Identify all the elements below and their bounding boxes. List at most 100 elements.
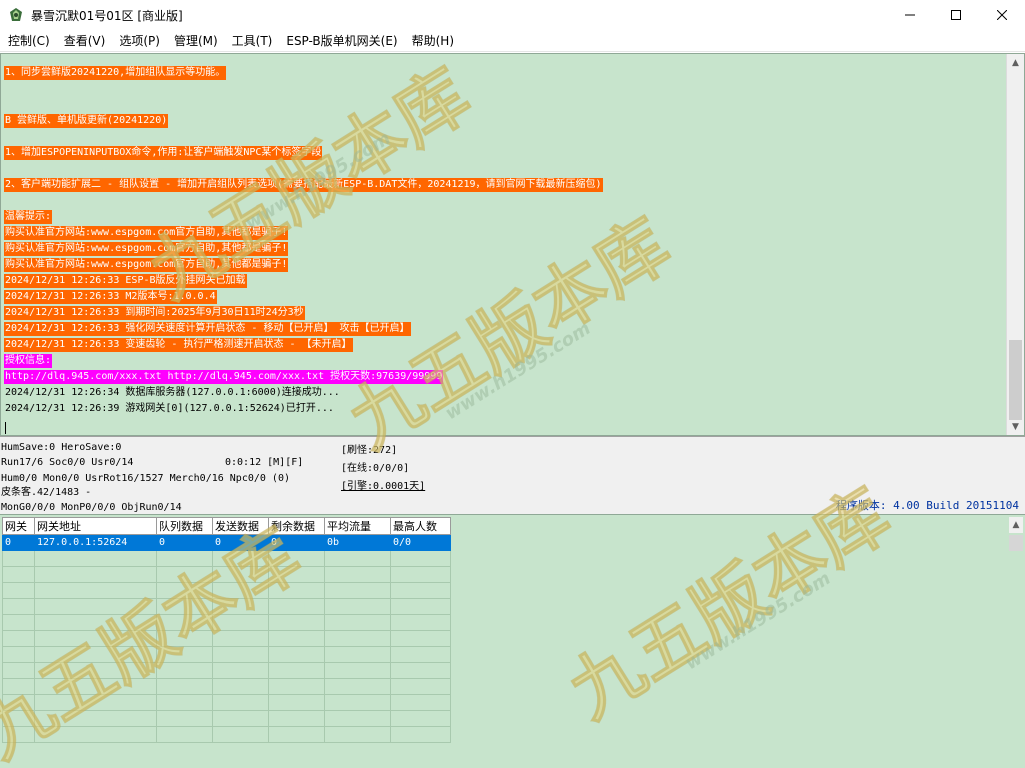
column-header[interactable]: 网关地址: [34, 517, 157, 535]
table-row-empty: [2, 662, 451, 679]
table-cell: [324, 710, 391, 727]
menu-help[interactable]: 帮助(H): [405, 31, 461, 51]
table-row-empty: [2, 614, 451, 631]
log-line: http://dlq.945.com/xxx.txt http://dlq.94…: [4, 370, 444, 384]
table-cell: 0: [156, 534, 213, 551]
table-cell: [390, 598, 451, 615]
menu-manage[interactable]: 管理(M): [167, 31, 225, 51]
column-header[interactable]: 平均流量: [324, 517, 391, 535]
scroll-down-icon[interactable]: ▼: [1007, 418, 1024, 435]
table-cell: [212, 646, 269, 663]
table-row-empty: [2, 566, 451, 583]
table-row[interactable]: 0 127.0.0.1:52624 0 0 0 0b 0/0: [2, 534, 451, 551]
table-cell: [2, 694, 35, 711]
menu-esp-gateway[interactable]: ESP-B版单机网关(E): [279, 31, 404, 51]
gateway-scrollbar[interactable]: ▲: [1007, 515, 1025, 768]
table-cell: [324, 694, 391, 711]
table-cell: [390, 582, 451, 599]
maximize-button[interactable]: [933, 0, 979, 30]
menu-control[interactable]: 控制(C): [1, 31, 57, 51]
table-cell: [324, 582, 391, 599]
table-cell: [212, 582, 269, 599]
log-line: 2024/12/31 12:26:33 强化网关速度计算开启状态 - 移动【已开…: [4, 322, 411, 336]
table-cell: 0: [212, 534, 269, 551]
table-cell: [390, 566, 451, 583]
log-scrollbar[interactable]: ▲ ▼: [1006, 54, 1024, 435]
table-cell: [212, 566, 269, 583]
table-cell: [2, 614, 35, 631]
table-cell: [268, 726, 325, 743]
column-header[interactable]: 队列数据: [156, 517, 213, 535]
table-cell: [212, 550, 269, 567]
table-cell: [34, 614, 157, 631]
table-cell: [34, 678, 157, 695]
log-line: 2024/12/31 12:26:39 游戏网关[0](127.0.0.1:52…: [5, 403, 334, 414]
table-cell: [212, 630, 269, 647]
table-cell: 0: [268, 534, 325, 551]
table-cell: [156, 662, 213, 679]
table-row-empty: [2, 598, 451, 615]
menu-options[interactable]: 选项(P): [112, 31, 167, 51]
scroll-thumb[interactable]: [1009, 535, 1023, 551]
scroll-up-icon[interactable]: ▲: [1007, 54, 1024, 71]
title-bar: 暴雪沉默01号01区 [商业版]: [0, 0, 1025, 30]
table-cell: [268, 598, 325, 615]
table-cell: [34, 726, 157, 743]
minimize-button[interactable]: [887, 0, 933, 30]
status-online: [在线:0/0/0]: [341, 463, 410, 474]
table-cell: [2, 566, 35, 583]
table-row-empty: [2, 678, 451, 695]
table-cell: [390, 662, 451, 679]
log-line: 2024/12/31 12:26:34 数据库服务器(127.0.0.1:600…: [5, 387, 340, 398]
table-cell: [268, 710, 325, 727]
table-cell: [2, 726, 35, 743]
column-header[interactable]: 剩余数据: [268, 517, 325, 535]
log-panel[interactable]: 1、同步尝鲜版20241220,增加组队显示等功能。 B 尝鲜版、单机版更新(2…: [0, 53, 1025, 436]
log-line: 温馨提示:: [4, 210, 53, 224]
scroll-up-icon[interactable]: ▲: [1009, 517, 1023, 533]
table-row-empty: [2, 582, 451, 599]
table-cell: [2, 710, 35, 727]
table-cell: [268, 678, 325, 695]
table-cell: [156, 614, 213, 631]
menu-view[interactable]: 查看(V): [57, 31, 113, 51]
text-caret: [5, 422, 6, 434]
status-run: Run17/6 Soc0/0 Usr0/14: [1, 457, 134, 468]
table-cell: [390, 710, 451, 727]
app-icon: [10, 8, 22, 21]
table-cell: [34, 646, 157, 663]
log-line: 2024/12/31 12:26:33 到期时间:2025年9月30日11时24…: [4, 306, 305, 320]
table-cell: [390, 678, 451, 695]
menu-tools[interactable]: 工具(T): [225, 31, 280, 51]
table-cell: [34, 566, 157, 583]
log-line: B 尝鲜版、单机版更新(20241220): [4, 114, 169, 128]
table-cell: [212, 710, 269, 727]
log-line: 2024/12/31 12:26:33 变速齿轮 - 执行严格测速开启状态 - …: [4, 338, 353, 352]
table-cell: [34, 598, 157, 615]
scroll-thumb[interactable]: [1009, 340, 1022, 420]
table-cell: [156, 710, 213, 727]
table-cell: [2, 678, 35, 695]
table-cell: [268, 646, 325, 663]
log-line: 购买认准官方网站:www.espgom.com官方自助,其他都是骗子!: [4, 242, 289, 256]
close-button[interactable]: [979, 0, 1025, 30]
table-cell: [156, 566, 213, 583]
log-line: 1、增加ESPOPENINPUTBOX命令,作用:让客户端触发NPC某个标签字段: [4, 146, 323, 160]
table-cell: [268, 630, 325, 647]
log-line: 2024/12/31 12:26:33 ESP-B版反外挂网关已加载: [4, 274, 247, 288]
table-cell: [34, 694, 157, 711]
column-header[interactable]: 发送数据: [212, 517, 269, 535]
table-cell: [212, 598, 269, 615]
gateway-panel: 网关 网关地址 队列数据 发送数据 剩余数据 平均流量 最高人数 0 127.0…: [0, 514, 1025, 768]
table-row-empty: [2, 694, 451, 711]
table-cell: [324, 598, 391, 615]
log-line: 购买认准官方网站:www.espgom.com官方自助,其他都是骗子!: [4, 226, 289, 240]
table-cell: [268, 694, 325, 711]
column-header[interactable]: 网关: [2, 517, 35, 535]
table-cell: 0/0: [390, 534, 451, 551]
table-cell: [212, 694, 269, 711]
column-header[interactable]: 最高人数: [390, 517, 451, 535]
table-cell: [34, 630, 157, 647]
table-cell: [34, 550, 157, 567]
table-cell: [212, 614, 269, 631]
